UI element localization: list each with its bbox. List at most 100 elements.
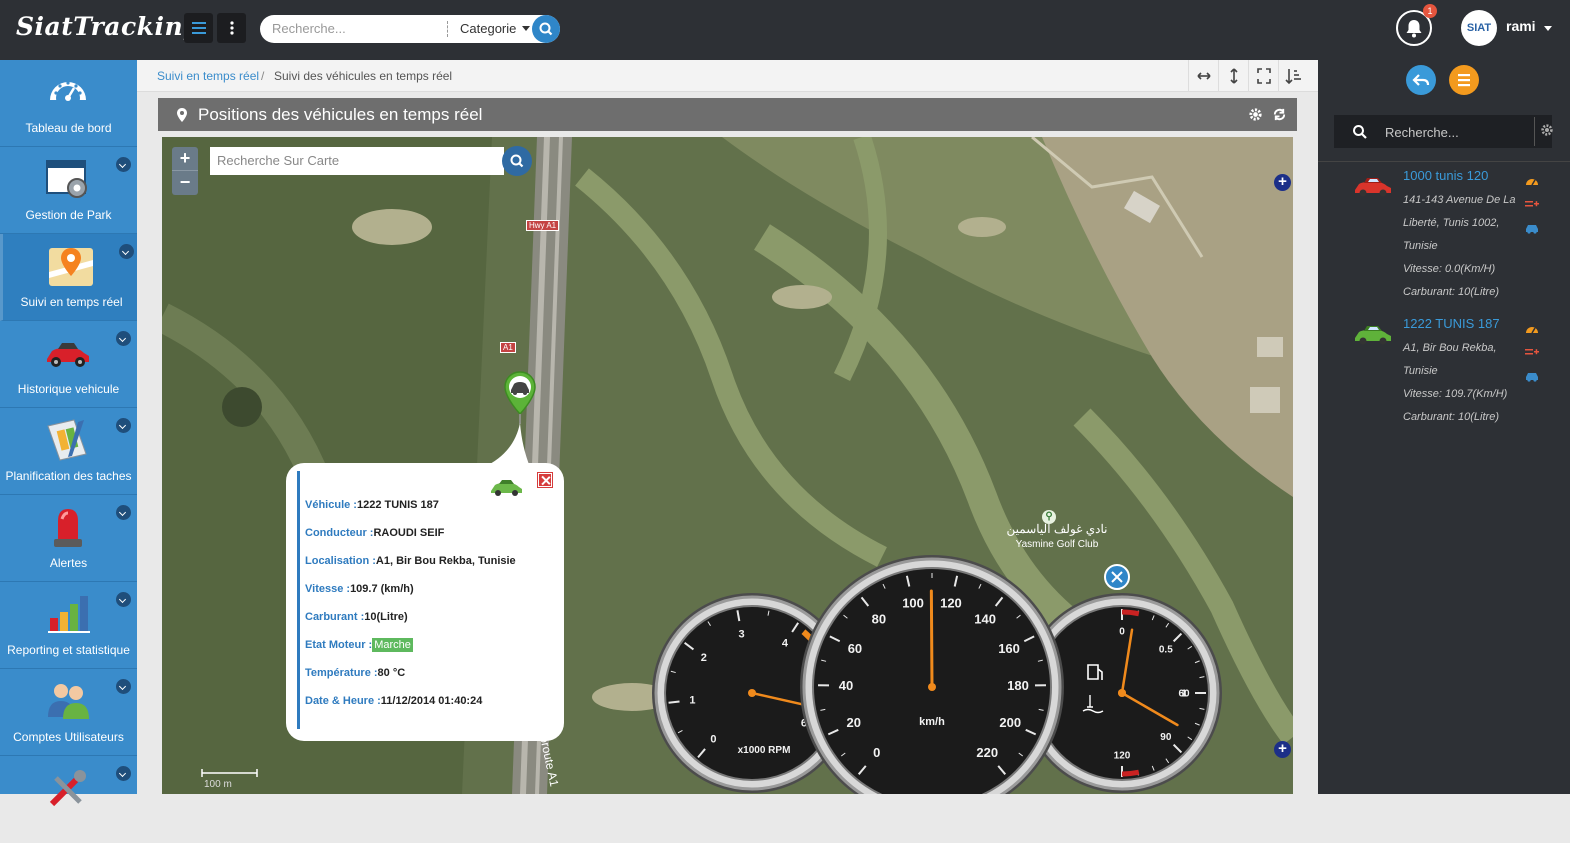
fuel-tick-label: 0 [1119,626,1125,637]
add-route-icon[interactable] [1525,346,1539,358]
sidebar-item-alerts[interactable]: Alertes [0,495,137,582]
temp-high-arc [1122,772,1139,774]
map-pin-icon [47,242,95,290]
user-name[interactable]: rami [1506,18,1536,34]
speedometer-icon[interactable] [1525,174,1539,186]
rpm-tick-label: 2 [701,652,707,664]
speed-tick-label: 180 [1007,678,1029,693]
expand-icon[interactable] [116,418,131,433]
app-logo[interactable]: SiatTracking [16,12,201,41]
vehicle-marker-icon[interactable] [503,370,537,426]
car-icon [489,477,523,497]
more-options-button[interactable] [217,13,246,43]
expand-icon[interactable] [116,592,131,607]
reply-icon [1406,65,1436,95]
search-icon [532,15,560,43]
popup-value: 11/12/2014 01:40:24 [381,695,483,707]
zoom-in-button[interactable]: + [172,147,198,171]
temp-needle-hub [1118,689,1126,697]
global-search-input[interactable]: Recherche... [272,21,346,36]
category-select[interactable]: Categorie [460,21,516,36]
speedometer-icon[interactable] [1525,322,1539,334]
notifications-button[interactable]: 1 [1396,10,1432,46]
fullscreen-button[interactable] [1248,60,1278,92]
rpm-tick-label: 1 [689,695,695,707]
global-search-button[interactable] [532,15,560,43]
list-view-button[interactable] [1449,65,1479,95]
sidebar-item-park[interactable]: Gestion de Park [0,147,137,234]
back-button[interactable] [1406,65,1436,95]
sidebar-item-accounts[interactable]: Comptes Utilisateurs [0,669,137,756]
expand-icon[interactable] [119,244,134,259]
user-avatar[interactable]: SIAT [1461,10,1497,46]
vehicle-info-popup: Véhicule :1222 TUNIS 187 Conducteur :RAO… [286,463,564,741]
speed-tick-label: 60 [848,641,862,656]
search-icon [1352,124,1368,140]
sidebar-item-label: Suivi en temps réel [3,295,140,309]
popup-row-datetime: Date & Heure :11/12/2014 01:40:24 [305,695,482,707]
popup-key: Localisation : [305,555,376,567]
users-icon [44,677,92,725]
expand-overlay-button[interactable]: + [1274,174,1291,191]
vehicle-search-input[interactable]: Recherche... [1385,125,1459,140]
vehicle-address: Liberté, Tunis 1002, [1403,217,1499,229]
sidebar-item-planning[interactable]: Planification des taches [0,408,137,495]
gear-icon[interactable] [1540,123,1554,137]
menu-toggle-button[interactable] [184,13,213,43]
rpm-needle-hub [748,689,756,697]
breadcrumb-separator: / [261,69,264,83]
car-front-icon[interactable] [1525,222,1539,234]
user-menu-caret-icon[interactable] [1544,26,1552,31]
zoom-out-button[interactable]: − [172,171,198,195]
map-search-input[interactable]: Recherche Sur Carte [217,153,339,168]
vehicle-list-panel: Recherche... 1000 tunis 120 141-143 Aven… [1318,60,1570,794]
add-route-icon[interactable] [1525,198,1539,210]
breadcrumb: Suivi en temps réel / Suivi des véhicule… [137,60,1318,92]
gear-icon[interactable] [1248,107,1263,122]
temp-tick-label: 120 [1114,750,1131,761]
fit-width-button[interactable] [1188,60,1218,92]
sidebar-item-dashboard[interactable]: Tableau de bord [0,60,137,147]
vehicle-speed: Vitesse: 109.7(Km/H) [1403,388,1507,400]
popup-row-fuel: Carburant :10(Litre) [305,611,408,623]
speed-needle [931,591,932,687]
vehicle-name-link[interactable]: 1222 TUNIS 187 [1403,316,1500,331]
expand-icon[interactable] [116,157,131,172]
sidebar-item-label: Alertes [0,556,137,570]
sidebar-item-reporting[interactable]: Reporting et statistique [0,582,137,669]
popup-row-driver: Conducteur :RAOUDI SEIF [305,527,444,539]
car-icon [44,329,92,377]
expand-icon[interactable] [116,766,131,781]
sidebar-item-realtime[interactable]: Suivi en temps réel [0,234,137,321]
expand-icon[interactable] [116,505,131,520]
popup-close-button[interactable] [538,473,552,487]
breadcrumb-current: Suivi des véhicules en temps réel [274,69,452,83]
settings-window-icon [44,155,92,203]
popup-key: Véhicule : [305,499,357,511]
sort-button[interactable] [1278,60,1308,92]
expand-icon[interactable] [116,679,131,694]
sidebar-item-label: Tableau de bord [0,121,137,135]
speed-tick-label: 160 [998,641,1020,656]
sidebar-item-history[interactable]: Historique vehicule [0,321,137,408]
popup-value: A1, Bir Bou Rekba, Tunisie [376,555,516,567]
car-front-icon[interactable] [1525,370,1539,382]
sidebar-item-tools[interactable] [0,756,137,843]
expand-icon[interactable] [116,331,131,346]
map-view[interactable]: Hwy A1 A1 Autoroute A1 نادي غولف الياسمي… [162,137,1293,794]
sidebar-item-label: Planification des taches [0,469,137,483]
vehicle-name-link[interactable]: 1000 tunis 120 [1403,168,1488,183]
map-search-button[interactable] [502,146,532,176]
planning-icon [44,416,92,464]
divider [1318,161,1570,162]
fit-height-button[interactable] [1218,60,1248,92]
refresh-icon[interactable] [1272,107,1287,122]
bar-chart-icon [44,590,92,638]
popup-key: Carburant : [305,611,364,623]
fuel-low-arc [1122,612,1139,614]
rpm-tick-label: 3 [739,629,745,641]
popup-value: 80 °C [378,667,406,679]
sidebar: Tableau de bord Gestion de Park Suivi en… [0,60,137,794]
sidebar-item-label: Historique vehicule [0,382,137,396]
breadcrumb-parent-link[interactable]: Suivi en temps réel [157,69,259,83]
